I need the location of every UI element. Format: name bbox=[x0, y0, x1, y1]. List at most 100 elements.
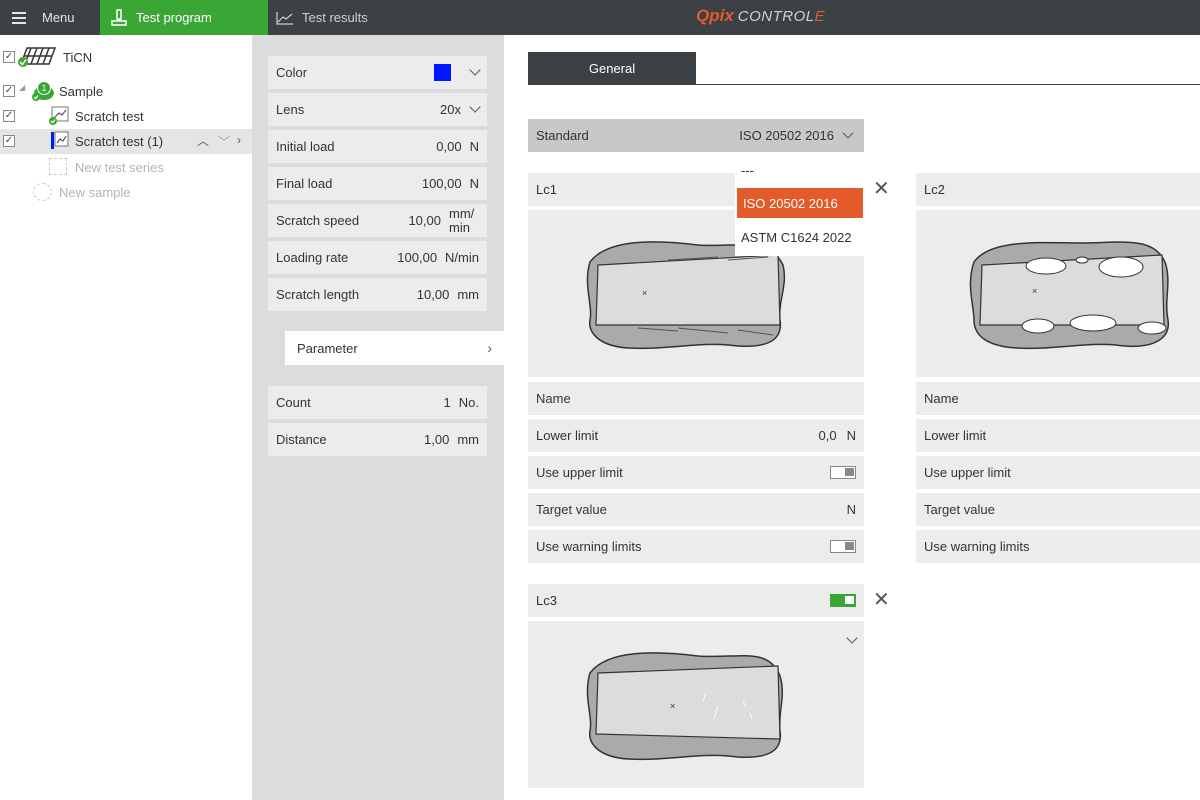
checkbox-scratch-test-1[interactable]: ✓ bbox=[3, 135, 15, 147]
chevron-down-icon[interactable] bbox=[842, 127, 854, 139]
dropdown-option-none[interactable]: --- bbox=[735, 155, 865, 185]
count-field[interactable]: Count 1 No. bbox=[268, 386, 487, 419]
tab-general-label: General bbox=[588, 61, 636, 76]
tab-test-program[interactable]: Test program bbox=[100, 0, 268, 35]
lc3-title: Lc3 bbox=[536, 593, 557, 608]
svg-text:×: × bbox=[1032, 286, 1037, 296]
checkbox-scratch-test[interactable]: ✓ bbox=[3, 110, 15, 122]
tree-label-new-sample: New sample bbox=[59, 185, 131, 200]
lc2-warning-label: Use warning limits bbox=[924, 539, 1030, 554]
lc2-name-label: Name bbox=[924, 391, 959, 406]
color-field[interactable]: Color bbox=[268, 56, 487, 89]
checkbox-ticn[interactable]: ✓ bbox=[3, 51, 15, 63]
lc1-upper-limit-row[interactable]: Use upper limit bbox=[528, 456, 864, 489]
tree-item-new-test-series[interactable]: New test series bbox=[0, 155, 252, 180]
lc2-failure-illustration: × bbox=[969, 241, 1169, 350]
tree-item-sample[interactable]: ✓ ◢ 1 Sample bbox=[0, 79, 252, 104]
tree-label-new-test-series: New test series bbox=[75, 160, 164, 175]
open-arrow-icon[interactable]: › bbox=[237, 133, 241, 147]
lens-value: 20x bbox=[440, 102, 461, 117]
sample-badge-icon: 1 bbox=[32, 81, 54, 101]
dropdown-option-astm[interactable]: ASTM C1624 2022 bbox=[735, 222, 865, 252]
lc1-warning-row[interactable]: Use warning limits bbox=[528, 530, 864, 563]
lc3-enable-toggle[interactable] bbox=[830, 594, 856, 607]
lc1-warning-label: Use warning limits bbox=[536, 539, 642, 554]
lc1-lower-limit-row[interactable]: Lower limit 0,0 N bbox=[528, 419, 864, 452]
standard-select[interactable]: Standard ISO 20502 2016 bbox=[528, 119, 864, 152]
menu-button[interactable]: Menu bbox=[0, 0, 100, 35]
scratch-length-unit: mm bbox=[457, 287, 479, 302]
lc2-name-row[interactable]: Name bbox=[916, 382, 1200, 415]
lc1-name-label: Name bbox=[536, 391, 571, 406]
scratch-length-value[interactable]: 10,00 bbox=[417, 287, 450, 302]
lc2-warning-row[interactable]: Use warning limits bbox=[916, 530, 1200, 563]
scratch-length-field[interactable]: Scratch length 10,00 mm bbox=[268, 278, 487, 311]
lc1-target-row[interactable]: Target value N bbox=[528, 493, 864, 526]
lc1-name-row[interactable]: Name bbox=[528, 382, 864, 415]
settings-panel: Color Lens 20x Initial load 0,00 N Final… bbox=[252, 35, 504, 800]
tree-item-scratch-test[interactable]: ✓ Scratch test bbox=[0, 104, 252, 129]
move-down-icon[interactable]: ﹀ bbox=[218, 133, 230, 150]
standard-dropdown: --- ISO 20502 2016 ASTM C1624 2022 bbox=[735, 152, 865, 256]
lc1-lower-value[interactable]: 0,0 bbox=[819, 428, 837, 443]
tree-item-scratch-test-1[interactable]: ✓ Scratch test (1) ︿ ﹀ › bbox=[0, 129, 252, 154]
final-load-field[interactable]: Final load 100,00 N bbox=[268, 167, 487, 200]
lc2-target-row[interactable]: Target value bbox=[916, 493, 1200, 526]
test-program-icon bbox=[111, 8, 127, 26]
color-label: Color bbox=[276, 65, 308, 80]
parameter-button[interactable]: Parameter › bbox=[285, 331, 504, 365]
tree-item-ticn[interactable]: ✓ TiCN bbox=[0, 45, 252, 70]
parameter-label: Parameter bbox=[297, 340, 358, 356]
lc1-warning-toggle[interactable] bbox=[830, 540, 856, 553]
lc2-header[interactable]: Lc2 bbox=[916, 173, 1200, 206]
new-sample-icon bbox=[33, 183, 52, 201]
loading-rate-value[interactable]: 100,00 bbox=[397, 250, 437, 265]
test-results-label: Test results bbox=[302, 10, 368, 25]
scratch-test-active-icon bbox=[51, 131, 69, 149]
svg-text:×: × bbox=[642, 288, 647, 298]
loading-rate-unit: N/min bbox=[445, 250, 479, 265]
lc2-image: × bbox=[916, 210, 1200, 377]
tab-underline bbox=[528, 84, 1200, 85]
lc1-lower-unit: N bbox=[846, 428, 856, 443]
distance-value[interactable]: 1,00 bbox=[424, 432, 449, 447]
checkbox-sample[interactable]: ✓ bbox=[3, 85, 15, 97]
initial-load-field[interactable]: Initial load 0,00 N bbox=[268, 130, 487, 163]
loading-rate-label: Loading rate bbox=[276, 250, 349, 265]
hamburger-icon bbox=[12, 9, 26, 27]
tree-item-new-sample[interactable]: New sample bbox=[0, 180, 252, 205]
lc2-target-label: Target value bbox=[924, 502, 995, 517]
scratch-speed-value[interactable]: 10,00 bbox=[408, 213, 441, 228]
count-value[interactable]: 1 bbox=[444, 395, 451, 410]
scratch-speed-unit: mm/ min bbox=[449, 205, 475, 235]
expand-arrow-icon[interactable]: ◢ bbox=[19, 83, 25, 92]
lens-label: Lens bbox=[276, 102, 305, 117]
distance-label: Distance bbox=[276, 432, 327, 447]
top-bar: Menu Test program Test results Qpix CONTR… bbox=[0, 0, 1200, 35]
sample-tree: ✓ TiCN ✓ ◢ 1 Sample ✓ Scratch test ✓ Scr… bbox=[0, 35, 252, 800]
final-load-value[interactable]: 100,00 bbox=[422, 176, 462, 191]
lens-field[interactable]: Lens 20x bbox=[268, 93, 487, 126]
lc1-lower-label: Lower limit bbox=[536, 428, 599, 443]
lc2-lower-limit-row[interactable]: Lower limit bbox=[916, 419, 1200, 452]
tree-label-scratch-test: Scratch test bbox=[75, 109, 144, 124]
initial-load-value[interactable]: 0,00 bbox=[436, 139, 461, 154]
lc2-title: Lc2 bbox=[924, 182, 945, 197]
color-swatch[interactable] bbox=[434, 64, 451, 81]
chevron-down-icon[interactable] bbox=[469, 64, 481, 76]
close-icon[interactable]: ✕ bbox=[873, 179, 890, 199]
close-icon[interactable]: ✕ bbox=[873, 590, 890, 610]
move-up-icon[interactable]: ︿ bbox=[197, 132, 209, 149]
distance-field[interactable]: Distance 1,00 mm bbox=[268, 423, 487, 456]
lc2-upper-limit-row[interactable]: Use upper limit bbox=[916, 456, 1200, 489]
loading-rate-field[interactable]: Loading rate 100,00 N/min bbox=[268, 241, 487, 274]
lc3-header[interactable]: Lc3 bbox=[528, 584, 864, 617]
tab-test-results[interactable]: Test results bbox=[268, 0, 428, 35]
chevron-down-icon[interactable] bbox=[469, 101, 481, 113]
scratch-speed-field[interactable]: Scratch speed 10,00 mm/ min bbox=[268, 204, 487, 237]
dropdown-option-iso[interactable]: ISO 20502 2016 bbox=[737, 188, 863, 218]
tab-general[interactable]: General bbox=[528, 52, 696, 85]
initial-load-label: Initial load bbox=[276, 139, 335, 154]
lc1-upper-toggle[interactable] bbox=[830, 466, 856, 479]
menu-label: Menu bbox=[42, 10, 75, 25]
